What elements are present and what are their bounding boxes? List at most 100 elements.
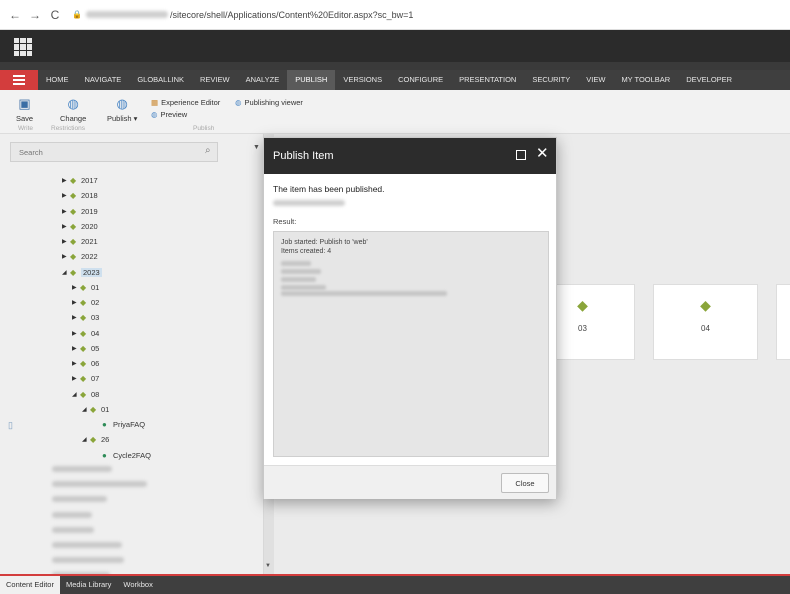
- item-tile[interactable]: ◆ 04: [653, 284, 758, 360]
- collapse-arrow-icon[interactable]: ◢: [72, 391, 80, 398]
- tree-node[interactable]: ▶ ◆ 2022: [62, 249, 98, 263]
- search-icon[interactable]: ⌕: [205, 145, 211, 156]
- tree-node[interactable]: ▶ ◆ 2020: [62, 219, 98, 233]
- folder-icon: ◆: [80, 282, 87, 292]
- tree-node[interactable]: ▶ ◆ 01: [72, 280, 99, 294]
- launchpad-icon[interactable]: [14, 38, 32, 56]
- preview-button[interactable]: ◍ Preview: [151, 110, 187, 119]
- preview-icon: ◍: [151, 110, 158, 119]
- tree-node-blurred: [52, 557, 124, 563]
- tab-workbox[interactable]: Workbox: [117, 576, 158, 594]
- tree-node[interactable]: ▶ ◆ 2018: [62, 188, 98, 202]
- change-restrictions-button[interactable]: ◍ Change: [60, 96, 86, 123]
- tree-node[interactable]: ▶ ◆ 2019: [62, 204, 98, 218]
- expand-arrow-icon[interactable]: ▶: [62, 253, 70, 260]
- collapse-arrow-icon[interactable]: ◢: [62, 269, 70, 276]
- folder-icon: ◆: [80, 312, 87, 322]
- hostname-blurred: [85, 11, 168, 18]
- tab-view[interactable]: VIEW: [578, 70, 613, 90]
- tab-security[interactable]: SECURITY: [524, 70, 578, 90]
- tree-node[interactable]: ◢ ◆ 08: [72, 387, 99, 401]
- expand-arrow-icon[interactable]: ▶: [62, 208, 70, 215]
- folder-icon: ◆: [70, 267, 77, 277]
- experience-editor-button[interactable]: ▦ Experience Editor: [151, 98, 220, 107]
- page-icon: ▯: [8, 420, 13, 430]
- collapse-arrow-icon[interactable]: ◢: [82, 406, 90, 413]
- browser-toolbar: ← → C 🔒 /sitecore/shell/Applications/Con…: [0, 0, 790, 30]
- expand-arrow-icon[interactable]: ▶: [72, 360, 80, 367]
- tree-node[interactable]: ▶ ◆ 2021: [62, 234, 98, 248]
- url-path: /sitecore/shell/Applications/Content%20E…: [169, 9, 414, 20]
- publish-status-message: The item has been published.: [273, 184, 385, 194]
- content-tree-panel: ⌕ ▶◆2017 ▶◆2018 ▶◆2019 ▶◆2020 ▶◆2021 ▶◆2…: [0, 134, 264, 578]
- address-bar[interactable]: 🔒 /sitecore/shell/Applications/Content%2…: [72, 10, 413, 20]
- tree-node-blurred: [52, 481, 147, 487]
- search-dropdown-icon[interactable]: ▼: [253, 144, 260, 151]
- scroll-down-icon[interactable]: ▼: [265, 563, 271, 569]
- search-input[interactable]: [11, 143, 197, 161]
- tree-node-item[interactable]: ● Cycle2FAQ: [102, 448, 151, 462]
- expand-arrow-icon[interactable]: ▶: [62, 238, 70, 245]
- header-divider: [0, 62, 790, 70]
- maximize-icon[interactable]: [516, 150, 526, 160]
- forward-icon[interactable]: →: [28, 8, 42, 22]
- folder-icon: ◆: [70, 221, 77, 231]
- expand-arrow-icon[interactable]: ▶: [72, 299, 80, 306]
- tab-review[interactable]: REVIEW: [192, 70, 238, 90]
- tab-presentation[interactable]: PRESENTATION: [451, 70, 524, 90]
- tree-node[interactable]: ▶ ◆ 06: [72, 356, 99, 370]
- result-line-blurred: [281, 277, 316, 282]
- tab-my-toolbar[interactable]: MY TOOLBAR: [613, 70, 678, 90]
- tab-developer[interactable]: DEVELOPER: [678, 70, 740, 90]
- tab-globallink[interactable]: GLOBALLINK: [129, 70, 192, 90]
- save-button[interactable]: ▣ Save: [16, 96, 33, 123]
- expand-arrow-icon[interactable]: ▶: [62, 223, 70, 230]
- collapse-arrow-icon[interactable]: ◢: [82, 436, 90, 443]
- tab-publish[interactable]: PUBLISH: [287, 70, 336, 90]
- expand-arrow-icon[interactable]: ▶: [72, 345, 80, 352]
- result-line: Items created: 4: [281, 248, 332, 255]
- dialog-header: Publish Item ✕: [264, 138, 556, 174]
- tree-node[interactable]: ◢ ◆ 01: [82, 402, 109, 416]
- publishing-viewer-button[interactable]: ◍ Publishing viewer: [235, 98, 303, 107]
- folder-icon: ◆: [80, 297, 87, 307]
- tab-home[interactable]: HOME: [38, 70, 77, 90]
- item-name-blurred: [273, 200, 345, 206]
- folder-icon: ◆: [70, 236, 77, 246]
- tree-node-item[interactable]: ● PriyaFAQ: [102, 417, 145, 431]
- publish-dropdown-button[interactable]: ◍ Publish ▾: [107, 96, 137, 123]
- tab-navigate[interactable]: NAVIGATE: [77, 70, 130, 90]
- tree-node-blurred: [52, 496, 107, 502]
- tree-node-selected[interactable]: ◢ ◆ 2023: [62, 265, 102, 279]
- expand-arrow-icon[interactable]: ▶: [72, 375, 80, 382]
- expand-arrow-icon[interactable]: ▶: [72, 330, 80, 337]
- tab-versions[interactable]: VERSIONS: [335, 70, 390, 90]
- hamburger-menu-icon[interactable]: [0, 70, 38, 90]
- tab-analyze[interactable]: ANALYZE: [238, 70, 288, 90]
- group-label-restrictions: Restrictions: [51, 125, 85, 132]
- globe-publish-icon: ◍: [116, 96, 128, 111]
- tab-configure[interactable]: CONFIGURE: [390, 70, 451, 90]
- tab-content-editor[interactable]: Content Editor: [0, 576, 60, 594]
- back-icon[interactable]: ←: [8, 8, 22, 22]
- tree-node[interactable]: ◢ ◆ 26: [82, 432, 109, 446]
- result-line: Job started: Publish to 'web': [281, 239, 368, 246]
- expand-arrow-icon[interactable]: ▶: [62, 192, 70, 199]
- tab-media-library[interactable]: Media Library: [60, 576, 117, 594]
- experience-editor-icon: ▦: [151, 98, 159, 107]
- tree-node[interactable]: ▶ ◆ 07: [72, 371, 99, 385]
- tree-node[interactable]: ▶ ◆ 05: [72, 341, 99, 355]
- published-item-icon: ●: [102, 450, 107, 460]
- tree-node[interactable]: ▶ ◆ 02: [72, 295, 99, 309]
- tree-node-blurred: [52, 527, 94, 533]
- expand-arrow-icon[interactable]: ▶: [72, 314, 80, 321]
- item-tile-partial[interactable]: [776, 284, 790, 360]
- expand-arrow-icon[interactable]: ▶: [72, 284, 80, 291]
- reload-icon[interactable]: C: [48, 8, 62, 22]
- tree-node[interactable]: ▶ ◆ 03: [72, 310, 99, 324]
- close-button[interactable]: Close: [501, 473, 549, 493]
- tree-node[interactable]: ▶ ◆ 2017: [62, 173, 98, 187]
- close-icon[interactable]: ✕: [536, 145, 549, 163]
- tree-node[interactable]: ▶ ◆ 04: [72, 326, 99, 340]
- expand-arrow-icon[interactable]: ▶: [62, 177, 70, 184]
